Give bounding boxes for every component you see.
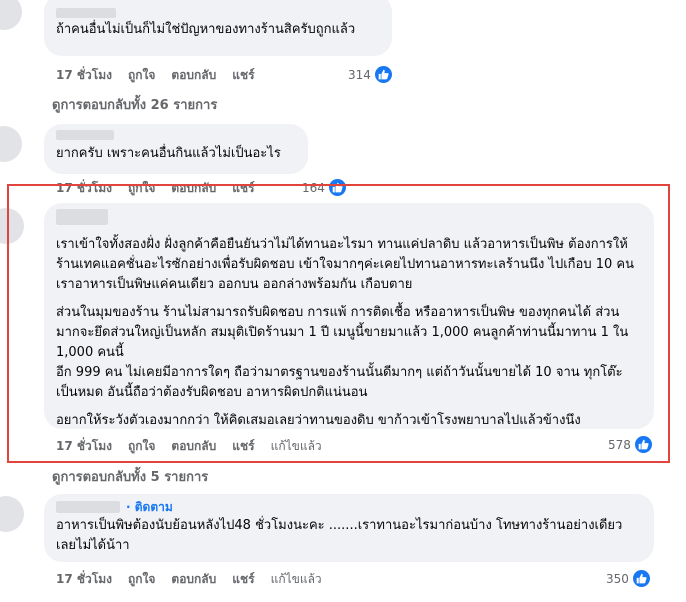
reaction-count[interactable]: 578 xyxy=(608,436,652,453)
like-button[interactable]: ถูกใจ xyxy=(128,66,155,85)
comment-bubble: · ติดตาม อาหารเป็นพิษต้องนับย้อนหลังไป48… xyxy=(44,494,654,562)
reaction-count[interactable]: 314 xyxy=(348,66,392,83)
avatar[interactable] xyxy=(0,208,24,244)
edited-label: แก้ไขแล้ว xyxy=(270,572,322,586)
like-icon xyxy=(634,436,652,453)
comment-text: อาหารเป็นพิษต้องนับย้อนหลังไป48 ชั่วโมงน… xyxy=(56,518,623,553)
comment-text: ถ้าคนอื่นไม่เป็นก็ไม่ใช่ปัญหาของทางร้านส… xyxy=(56,22,356,37)
like-icon xyxy=(374,66,392,83)
share-button[interactable]: แชร์ xyxy=(232,437,254,456)
like-button[interactable]: ถูกใจ xyxy=(128,437,155,456)
share-button[interactable]: แชร์ xyxy=(232,179,254,198)
like-button[interactable]: ถูกใจ xyxy=(128,570,155,589)
avatar[interactable] xyxy=(0,496,24,532)
author-name-redacted[interactable] xyxy=(56,8,116,18)
share-button[interactable]: แชร์ xyxy=(232,570,254,589)
follow-button[interactable]: · ติดตาม xyxy=(126,497,173,517)
comment-bubble: ถ้าคนอื่นไม่เป็นก็ไม่ใช่ปัญหาของทางร้านส… xyxy=(44,0,392,56)
author-name-redacted[interactable] xyxy=(56,501,120,513)
reaction-number: 314 xyxy=(348,67,371,82)
comment-actions: 17 ชั่วโมง ถูกใจ ตอบกลับ แชร์ xyxy=(56,179,255,198)
edited-label: แก้ไขแล้ว xyxy=(270,439,322,453)
comment-header: · ติดตาม xyxy=(56,498,642,516)
reply-button[interactable]: ตอบกลับ xyxy=(171,179,216,198)
comment-time[interactable]: 17 ชั่วโมง xyxy=(56,570,112,589)
reaction-number: 164 xyxy=(302,180,325,195)
like-button[interactable]: ถูกใจ xyxy=(128,179,155,198)
author-name-redacted[interactable] xyxy=(56,130,114,140)
view-replies-link[interactable]: ดูการตอบกลับทั้ง 26 รายการ xyxy=(52,94,217,115)
view-replies-link[interactable]: ดูการตอบกลับทั้ง 5 รายการ xyxy=(52,466,208,487)
comment-text: ยากครับ เพราะคนอื่นกินแล้วไม่เป็นอะไร xyxy=(56,146,281,161)
comment-time[interactable]: 17 ชั่วโมง xyxy=(56,179,112,198)
comment-actions: 17 ชั่วโมง ถูกใจ ตอบกลับ แชร์ แก้ไขแล้ว xyxy=(56,570,322,589)
reply-button[interactable]: ตอบกลับ xyxy=(171,66,216,85)
reaction-count[interactable]: 164 xyxy=(302,179,346,196)
author-name-redacted[interactable] xyxy=(56,209,108,225)
comment-time[interactable]: 17 ชั่วโมง xyxy=(56,437,112,456)
comment-bubble: เราเข้าใจทั้งสองฝั่ง ฝั่งลูกค้าคือยืนยัน… xyxy=(44,203,654,429)
reaction-number: 578 xyxy=(608,437,631,452)
comment-time[interactable]: 17 ชั่วโมง xyxy=(56,66,112,85)
comment-actions: 17 ชั่วโมง ถูกใจ ตอบกลับ แชร์ xyxy=(56,66,255,85)
comment-paragraph: ส่วนในมุมของร้าน ร้านไม่สามารถรับผิดชอบ … xyxy=(56,305,629,400)
avatar[interactable] xyxy=(0,0,22,30)
comment-paragraph: อยากให้ระวังตัวเองมากกว่า ให้คิดเสมอเลยว… xyxy=(56,413,581,428)
comment-paragraph: เราเข้าใจทั้งสองฝั่ง ฝั่งลูกค้าคือยืนยัน… xyxy=(56,237,634,292)
reaction-count[interactable]: 350 xyxy=(606,570,650,587)
reaction-number: 350 xyxy=(606,571,629,586)
comment-bubble: ยากครับ เพราะคนอื่นกินแล้วไม่เป็นอะไร xyxy=(44,124,308,174)
like-icon xyxy=(632,570,650,587)
reply-button[interactable]: ตอบกลับ xyxy=(171,437,216,456)
comment-actions: 17 ชั่วโมง ถูกใจ ตอบกลับ แชร์ แก้ไขแล้ว xyxy=(56,437,322,456)
share-button[interactable]: แชร์ xyxy=(232,66,254,85)
reply-button[interactable]: ตอบกลับ xyxy=(171,570,216,589)
like-icon xyxy=(328,179,346,196)
avatar[interactable] xyxy=(0,126,22,162)
